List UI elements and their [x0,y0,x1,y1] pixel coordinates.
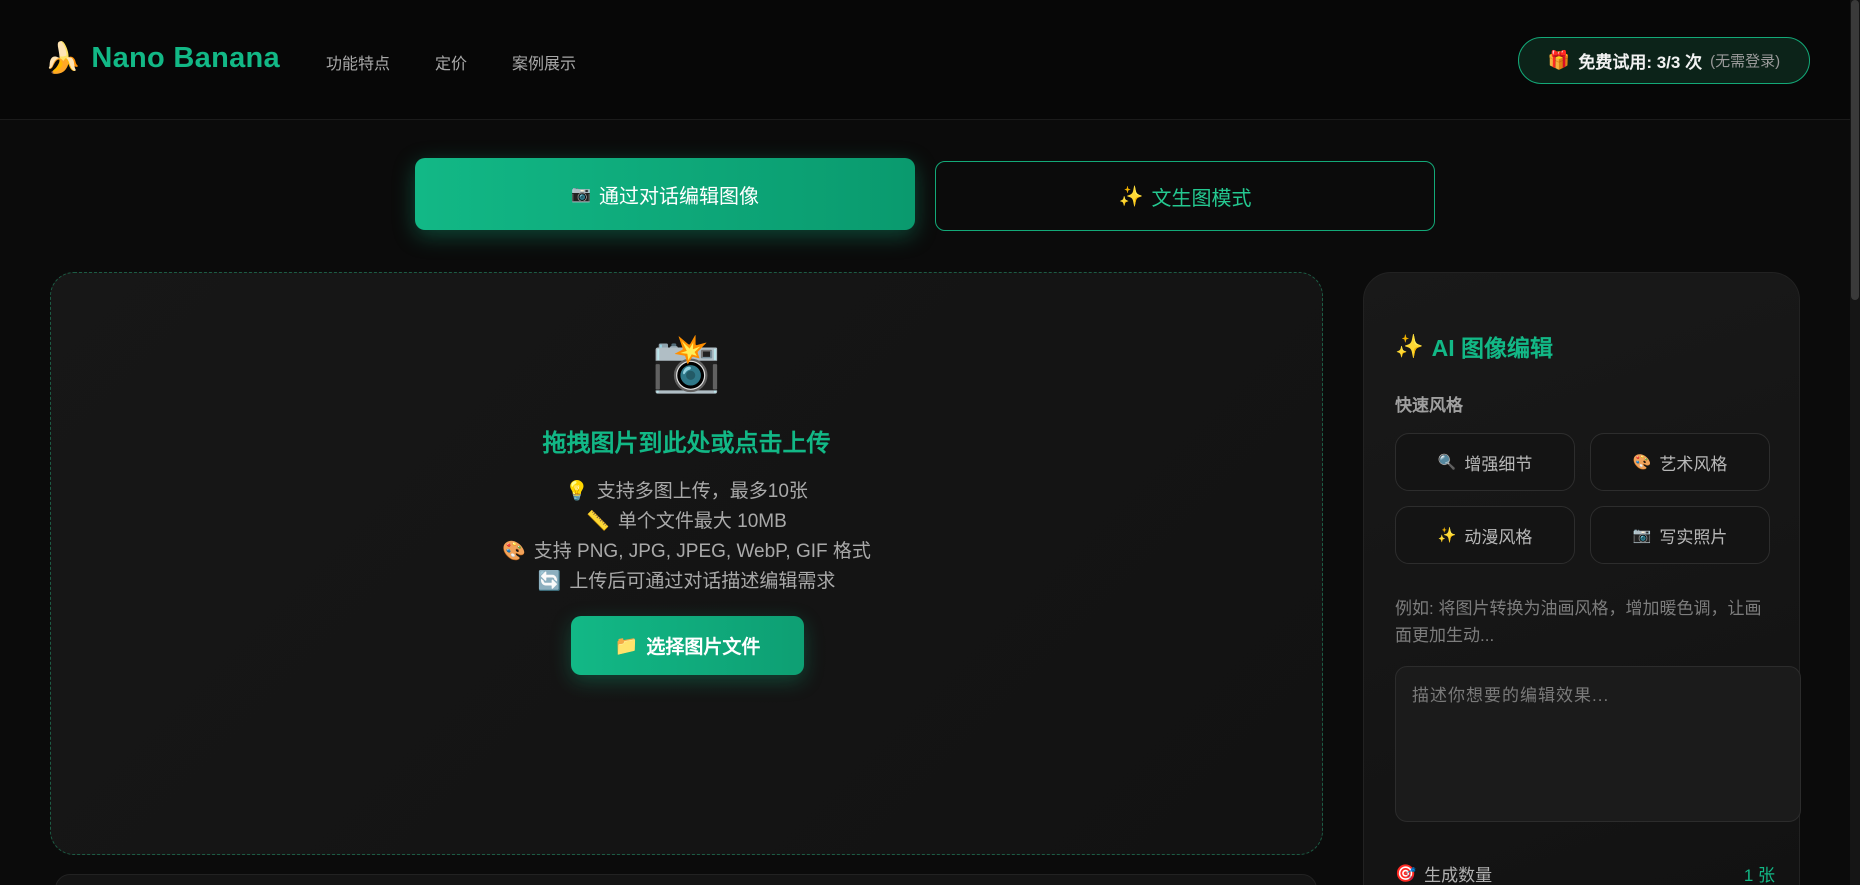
edit-prompt-input[interactable] [1395,666,1801,822]
style-realistic-photo-button[interactable]: 📷 写实照片 [1590,506,1770,564]
panel-title-text: AI 图像编辑 [1431,335,1554,361]
style-artistic-button[interactable]: 🎨 艺术风格 [1590,433,1770,491]
info-text: 单个文件最大 10MB [617,511,787,532]
camera-flash-icon: 📸 [651,331,722,394]
ruler-icon: 📏 [586,511,610,532]
tab-edit-via-chat[interactable]: 📷 通过对话编辑图像 [415,158,915,230]
free-trial-badge[interactable]: 🎁 免费试用: 3/3 次 (无需登录) [1518,37,1810,84]
panel-title: ✨ AI 图像编辑 [1395,329,1553,363]
style-enhance-details-button[interactable]: 🔍 增强细节 [1395,433,1575,491]
choose-file-button[interactable]: 📁 选择图片文件 [571,616,804,675]
style-label: 艺术风格 [1659,454,1728,474]
info-text: 支持多图上传，最多10张 [596,481,808,502]
sparkles-icon: ✨ [1395,332,1424,359]
info-max-size: 📏 单个文件最大 10MB [51,507,1322,537]
info-multi-upload: 💡 支持多图上传，最多10张 [51,477,1322,507]
main-nav: 功能特点 定价 案例展示 [326,50,621,74]
scrollbar-thumb[interactable] [1851,0,1859,300]
nav-link-pricing[interactable]: 定价 [435,50,467,74]
style-anime-button[interactable]: ✨ 动漫风格 [1395,506,1575,564]
banana-icon: 🍌 [44,41,82,75]
target-icon: 🎯 [1395,863,1417,883]
info-edit-after-upload: 🔄 上传后可通过对话描述编辑需求 [51,567,1322,597]
folder-icon: 📁 [614,635,639,657]
image-dropzone[interactable]: 📸 拖拽图片到此处或点击上传 💡 支持多图上传，最多10张 📏 单个文件最大 1… [50,272,1323,855]
magnifier-icon: 🔍 [1437,454,1457,471]
count-value[interactable]: 1 张 [1744,861,1775,885]
choose-file-label: 选择图片文件 [646,637,761,658]
sparkles-icon: ✨ [1437,527,1457,544]
nav-link-features[interactable]: 功能特点 [326,50,390,74]
style-label: 增强细节 [1464,454,1533,474]
tab-text-to-image[interactable]: ✨ 文生图模式 [935,161,1435,231]
info-text: 上传后可通过对话描述编辑需求 [569,571,836,592]
trial-count-text: 免费试用: 3/3 次 [1578,53,1703,72]
tab-edit-label: 通过对话编辑图像 [598,185,759,208]
generation-count-row: 🎯 生成数量 1 张 [1395,861,1775,885]
count-label-text: 生成数量 [1424,866,1493,885]
quick-styles-label: 快速风格 [1395,396,1463,415]
count-label: 🎯 生成数量 [1395,861,1492,885]
upload-info-list: 💡 支持多图上传，最多10张 📏 单个文件最大 10MB 🎨 支持 PNG, J… [51,477,1322,597]
gift-icon: 🎁 [1547,50,1571,70]
lightbulb-icon: 💡 [565,481,589,502]
prompt-example: 例如: 将图片转换为油画风格，增加暖色调，让画面更加生动... [1395,599,1762,645]
top-header: 🍌 Nano Banana 功能特点 定价 案例展示 🎁 免费试用: 3/3 次… [0,0,1850,120]
sparkles-icon: ✨ [1118,185,1144,208]
info-text: 支持 PNG, JPG, JPEG, WebP, GIF 格式 [533,541,871,562]
ai-edit-panel: ✨ AI 图像编辑 快速风格 🔍 增强细节 🎨 艺术风格 ✨ 动漫风格 📷 写实… [1363,272,1801,885]
camera-icon: 📷 [571,186,591,203]
info-formats: 🎨 支持 PNG, JPG, JPEG, WebP, GIF 格式 [51,537,1322,567]
nav-link-showcase[interactable]: 案例展示 [512,50,576,74]
logo[interactable]: 🍌 Nano Banana [44,42,280,75]
style-label: 动漫风格 [1464,527,1533,547]
palette-icon: 🎨 [502,541,526,562]
logo-text: Nano Banana [91,42,280,74]
dropzone-title: 拖拽图片到此处或点击上传 [542,430,831,457]
style-label: 写实照片 [1659,527,1728,547]
palette-icon: 🎨 [1632,454,1652,471]
tab-text2img-label: 文生图模式 [1151,187,1252,210]
next-section-edge [55,874,1317,885]
refresh-icon: 🔄 [537,571,562,592]
camera-icon: 📷 [1632,527,1652,544]
trial-note: (无需登录) [1710,53,1781,70]
